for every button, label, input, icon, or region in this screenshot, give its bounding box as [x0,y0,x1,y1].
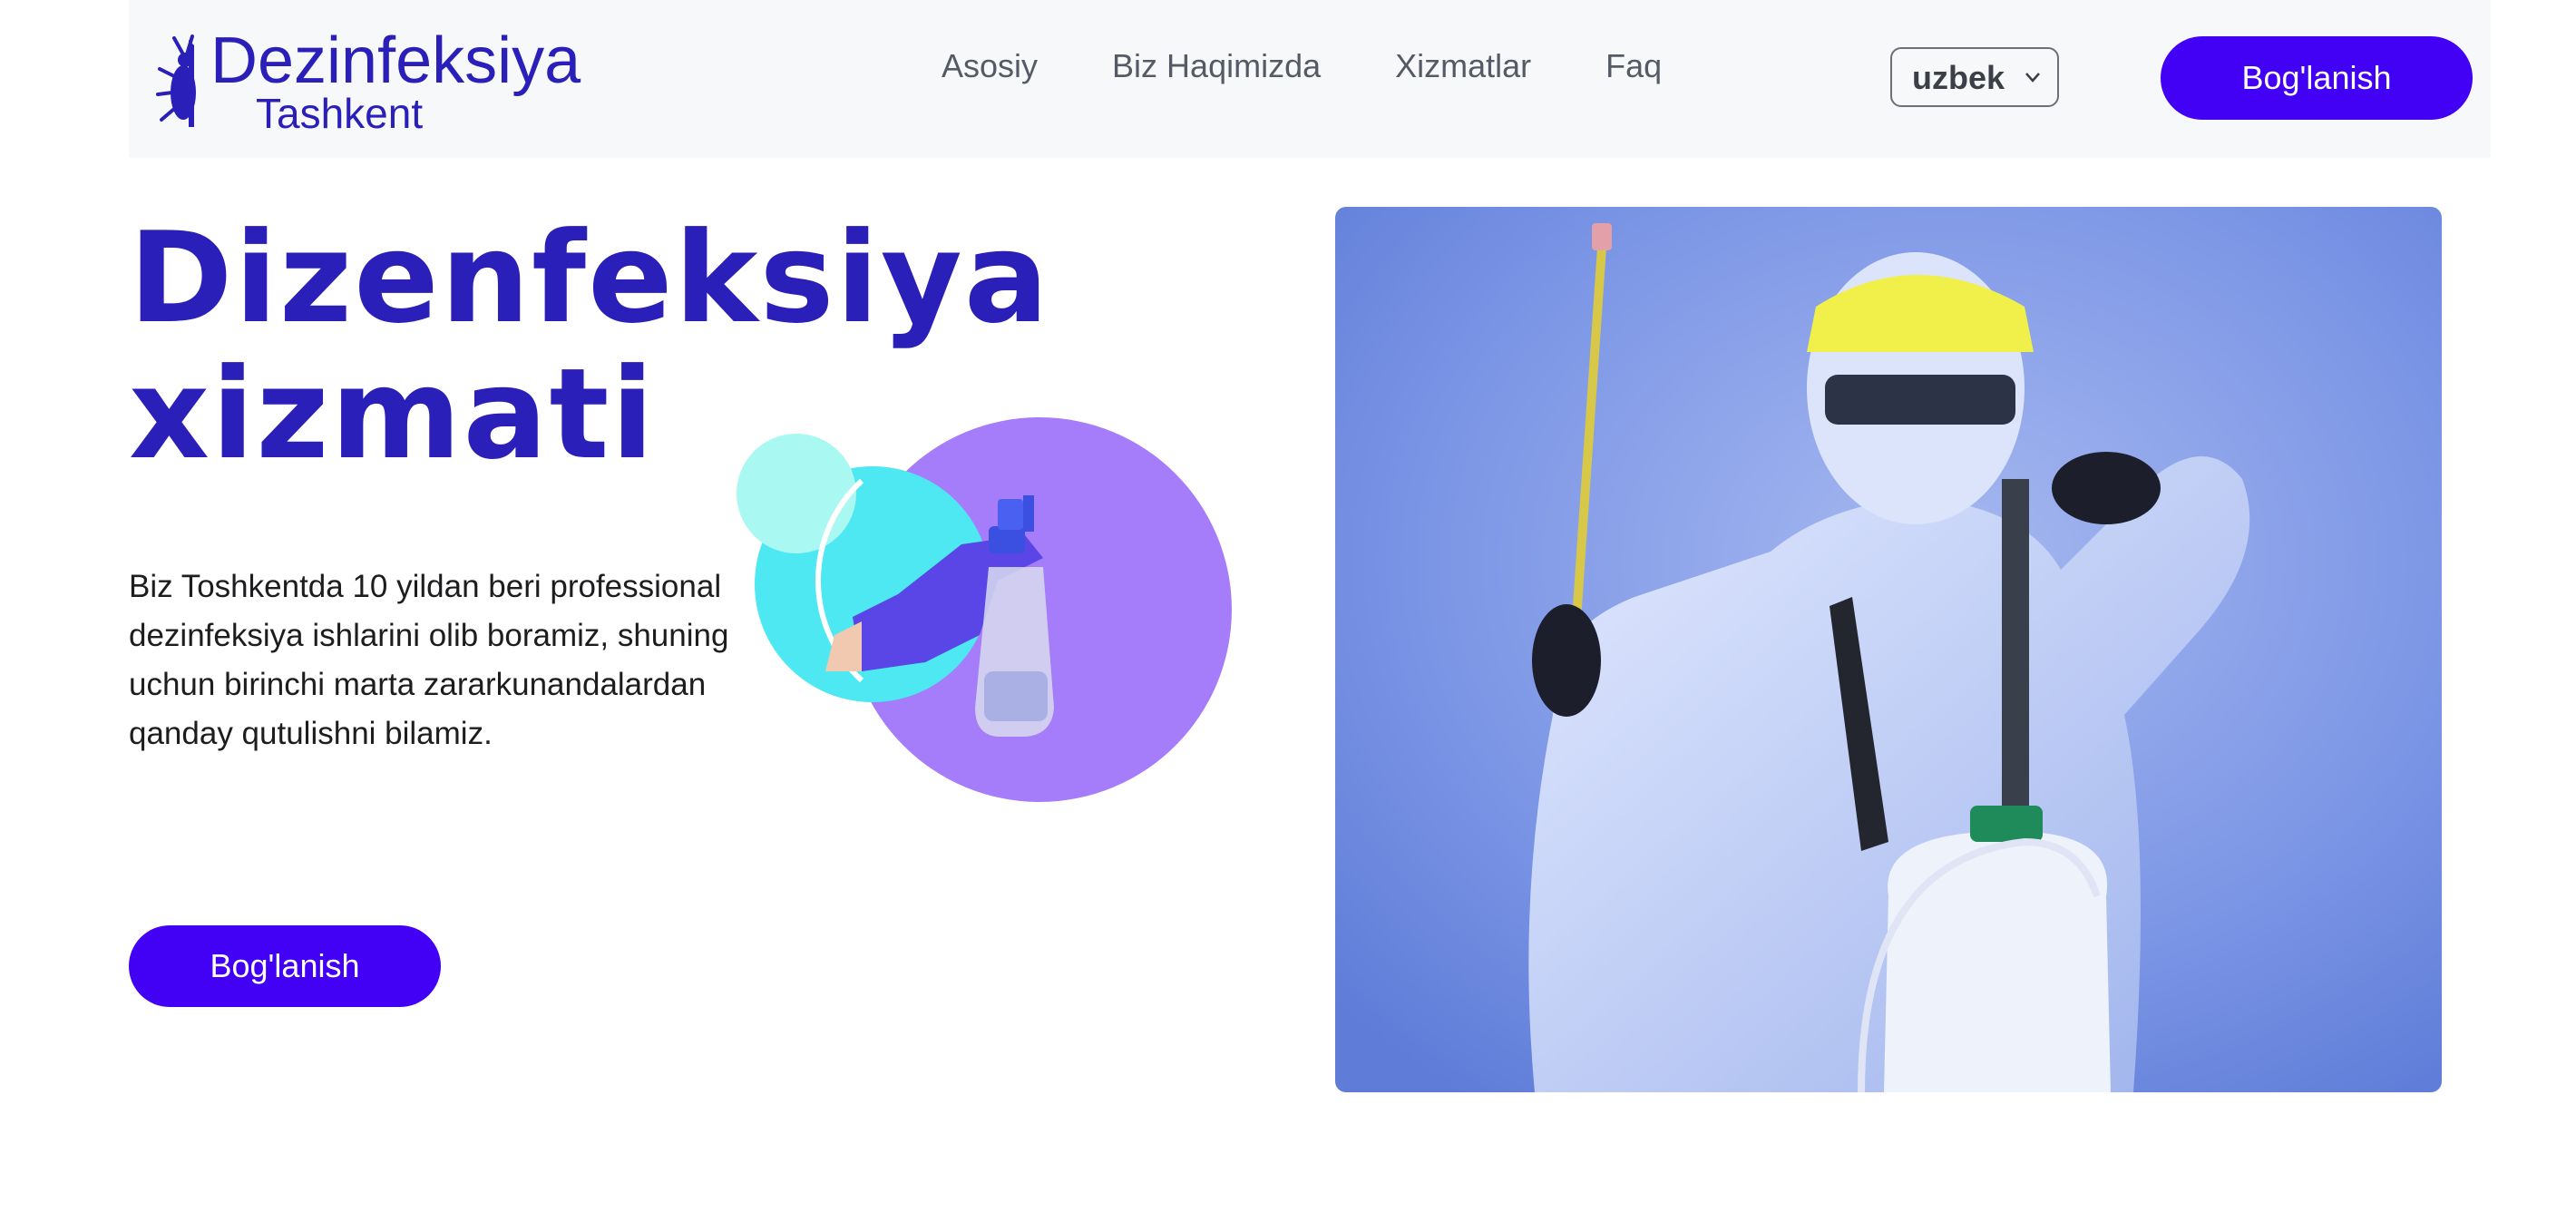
logo-subtitle: Tashkent [256,90,424,137]
language-select[interactable]: uzbek [1890,47,2059,107]
site-header: Dezinfeksiya Tashkent Asosiy Biz Haqimiz… [129,0,2491,158]
hero-contact-button[interactable]: Bog'lanish [129,925,441,1007]
spray-bottle-illustration [737,417,1232,802]
hero-title-line-1: Dizenfeksiya [129,205,1050,351]
nav-link-xizmatlar[interactable]: Xizmatlar [1395,44,1531,89]
chevron-down-icon [2025,73,2040,83]
nav-link-biz-haqimizda[interactable]: Biz Haqimizda [1112,44,1321,89]
language-selected-value: uzbek [1912,59,2005,96]
disinfection-worker-photo [1335,207,2442,1092]
header-contact-button[interactable]: Bog'lanish [2161,36,2473,120]
nav-link-asosiy[interactable]: Asosiy [942,44,1038,89]
hero-description: Biz Toshkentda 10 yildan beri profession… [129,569,729,751]
nav-link-faq[interactable]: Faq [1605,44,1662,89]
logo[interactable]: Dezinfeksiya Tashkent [156,24,591,137]
main-nav: Asosiy Biz Haqimizda Xizmatlar Faq [942,44,1736,89]
